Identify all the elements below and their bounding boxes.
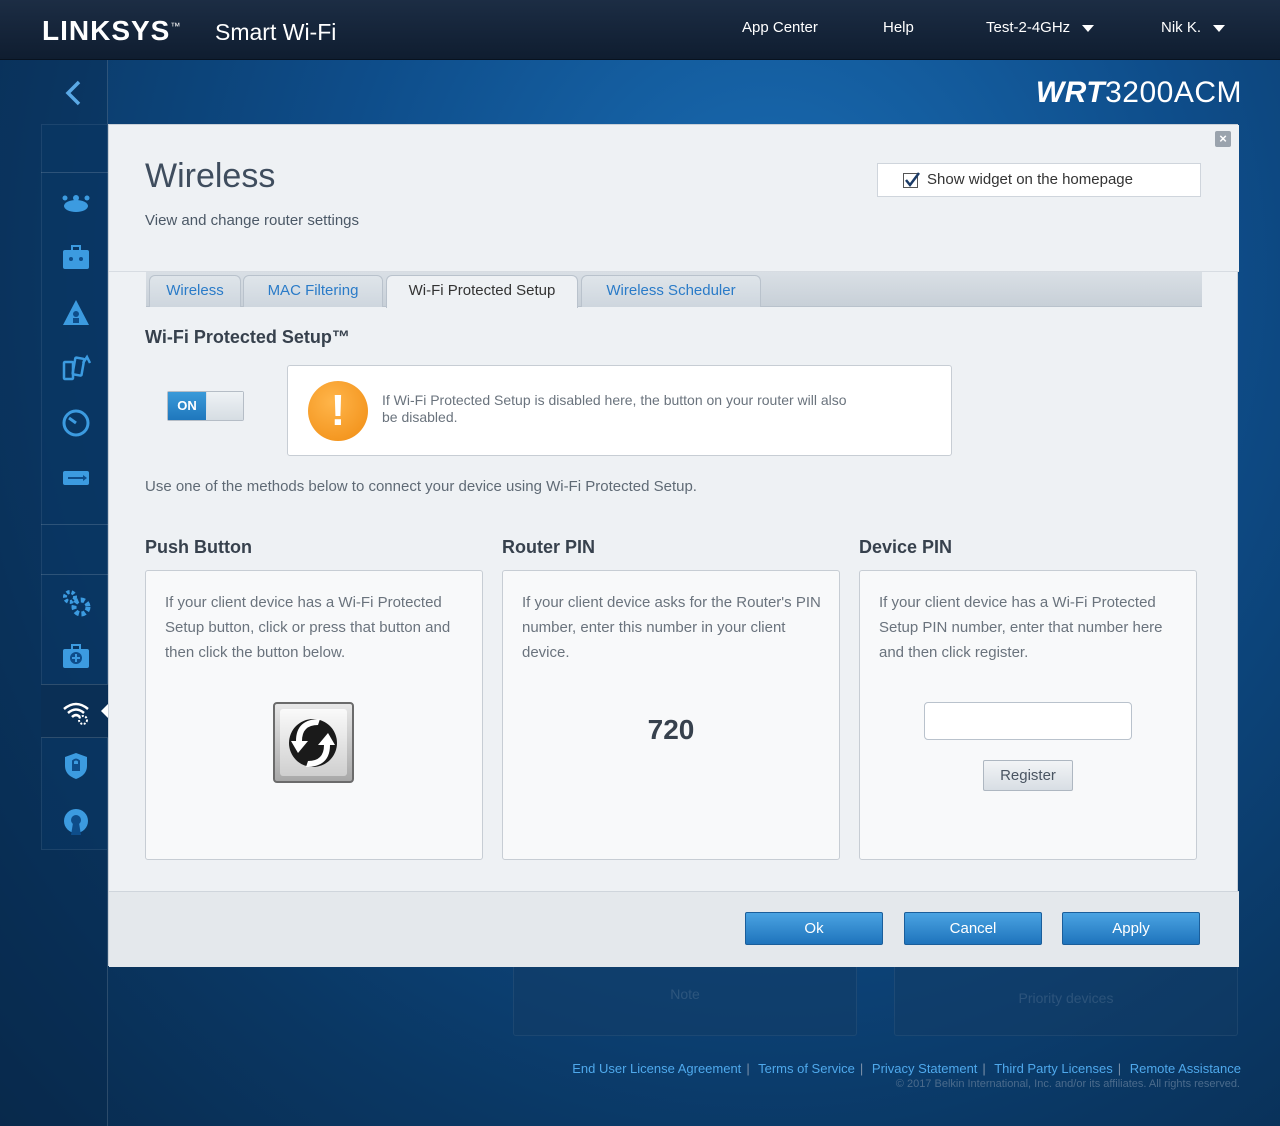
- checkmark-icon: [905, 172, 920, 188]
- wireless-icon[interactable]: [60, 696, 92, 728]
- sidebar-active-pointer: [101, 704, 108, 718]
- guest-access-icon[interactable]: [60, 242, 92, 274]
- third-party-link[interactable]: Third Party Licenses: [994, 1061, 1113, 1076]
- external-storage-icon[interactable]: [60, 462, 92, 494]
- push-button-title: Push Button: [145, 537, 252, 557]
- device-pin-input[interactable]: [924, 702, 1132, 740]
- top-bar: LINKSYS™ Smart Wi-Fi App Center Help Tes…: [0, 0, 1280, 60]
- device-pin-text: If your client device has a Wi-Fi Protec…: [879, 594, 1163, 661]
- network-name: Test-2-4GHz: [986, 19, 1071, 36]
- modal-header: Wireless View and change router settings…: [109, 125, 1239, 272]
- wps-push-button[interactable]: [273, 702, 354, 783]
- remote-assistance-link[interactable]: Remote Assistance: [1130, 1061, 1241, 1076]
- device-pin-title: Device PIN: [859, 537, 953, 557]
- help-link[interactable]: Help: [883, 19, 914, 36]
- router-pin-title: Router PIN: [502, 537, 596, 557]
- speed-test-icon[interactable]: [60, 407, 92, 439]
- user-name: Nik K.: [1161, 19, 1202, 36]
- terms-link[interactable]: Terms of Service: [758, 1061, 855, 1076]
- tab-mac-filtering[interactable]: MAC Filtering: [243, 275, 383, 307]
- show-widget-label: Show widget on the homepage: [927, 171, 1133, 188]
- user-dropdown[interactable]: Nik K.: [1161, 19, 1226, 36]
- sidebar-divider: [41, 524, 108, 525]
- page-title: Wireless: [145, 157, 276, 195]
- security-icon[interactable]: [60, 750, 92, 782]
- background-card-priority: Priority devices: [894, 966, 1238, 1036]
- device-pin-card: If your client device has a Wi-Fi Protec…: [859, 570, 1197, 860]
- ok-button[interactable]: Ok: [745, 912, 883, 945]
- router-pin-value: 720: [647, 714, 695, 745]
- instructions-text: Use one of the methods below to connect …: [145, 478, 697, 495]
- apply-button[interactable]: Apply: [1062, 912, 1200, 945]
- tab-bar: Wireless MAC Filtering Wi-Fi Protected S…: [146, 272, 1202, 308]
- register-button[interactable]: Register: [983, 760, 1073, 791]
- router-pin-card: If your client device asks for the Route…: [502, 570, 840, 860]
- tab-wireless-scheduler[interactable]: Wireless Scheduler: [581, 275, 761, 307]
- show-widget-checkbox[interactable]: [903, 172, 920, 188]
- tab-wireless[interactable]: Wireless: [149, 275, 241, 307]
- link-separator: |: [982, 1061, 986, 1076]
- router-pin-text: If your client device asks for the Route…: [522, 594, 821, 661]
- toggle-on-label: ON: [168, 392, 206, 420]
- network-dropdown[interactable]: Test-2-4GHz: [986, 19, 1095, 36]
- warning-text: If Wi-Fi Protected Setup is disabled her…: [382, 392, 847, 425]
- push-button-text: If your client device has a Wi-Fi Protec…: [165, 594, 451, 661]
- wps-button-face: [280, 709, 347, 776]
- link-separator: |: [1117, 1061, 1122, 1076]
- connectivity-icon[interactable]: [60, 587, 92, 619]
- warning-icon: !: [308, 381, 368, 441]
- eula-link[interactable]: End User License Agreement: [572, 1061, 741, 1076]
- background-card-label: Note: [670, 986, 700, 1002]
- modal-footer: Ok Cancel Apply: [109, 891, 1239, 967]
- warning-box: ! If Wi-Fi Protected Setup is disabled h…: [287, 365, 952, 456]
- media-prioritization-icon[interactable]: [60, 352, 92, 384]
- tab-wifi-protected-setup[interactable]: Wi-Fi Protected Setup: [386, 275, 578, 308]
- sidebar-divider: [41, 172, 108, 173]
- wps-toggle[interactable]: ON: [167, 391, 244, 421]
- router-model: WRT3200ACM: [1035, 76, 1242, 109]
- network-map-icon[interactable]: [60, 188, 92, 220]
- chevron-down-icon: [1213, 24, 1226, 32]
- footer-links: End User License Agreement | Terms of Ser…: [572, 1061, 1241, 1076]
- sidebar-divider: [41, 574, 108, 575]
- close-icon[interactable]: ×: [1215, 131, 1231, 147]
- openvpn-icon[interactable]: [60, 806, 92, 838]
- cancel-button[interactable]: Cancel: [904, 912, 1042, 945]
- privacy-link[interactable]: Privacy Statement: [872, 1061, 978, 1076]
- toggle-knob: [207, 392, 243, 420]
- chevron-down-icon: [1082, 24, 1095, 32]
- copyright: © 2017 Belkin International, Inc. and/or…: [895, 1078, 1240, 1090]
- link-separator: |: [746, 1061, 750, 1076]
- back-arrow-icon[interactable]: [60, 78, 90, 108]
- parental-controls-icon[interactable]: [60, 297, 92, 329]
- wireless-modal: Wireless View and change router settings…: [108, 124, 1239, 967]
- link-separator: |: [859, 1061, 864, 1076]
- push-button-card: If your client device has a Wi-Fi Protec…: [145, 570, 483, 860]
- linksys-logo: LINKSYS™: [42, 15, 182, 46]
- background-card-label: Priority devices: [1018, 990, 1114, 1006]
- page-subtitle: View and change router settings: [145, 212, 360, 229]
- troubleshooting-icon[interactable]: [60, 641, 92, 673]
- wps-icon: [289, 719, 337, 767]
- show-widget-option[interactable]: Show widget on the homepage: [877, 163, 1201, 197]
- section-title: Wi-Fi Protected Setup™: [145, 327, 350, 347]
- app-center-link[interactable]: App Center: [742, 19, 818, 36]
- product-name: Smart Wi-Fi: [215, 19, 337, 45]
- background-card-note: Note: [513, 966, 857, 1036]
